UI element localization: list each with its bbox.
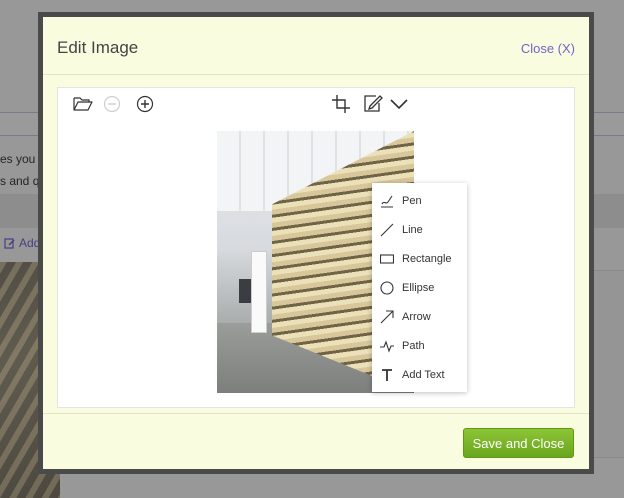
menu-item-pen[interactable]: Pen [372,186,467,215]
line-icon [380,223,394,237]
zoom-in-icon [136,95,154,113]
zoom-in-button[interactable] [135,94,155,114]
dialog-header: Edit Image Close (X) [43,17,589,75]
menu-item-label: Ellipse [402,281,435,294]
rectangle-icon [380,252,394,266]
arrow-icon [380,309,394,324]
photo-door [251,251,267,333]
pen-icon [380,194,394,208]
menu-item-label: Path [402,339,425,352]
dialog-footer: Save and Close [43,413,589,469]
image-editor: Pen Line Rectangle Ellipse Arrow Path Ad… [57,87,575,408]
crop-button[interactable] [330,93,352,115]
menu-item-line[interactable]: Line [372,215,467,244]
draw-dropdown-button[interactable] [389,95,409,113]
dialog-body: Edit Image Close (X) Pen Line Rectangle … [43,17,589,469]
menu-item-label: Line [402,223,423,236]
menu-item-label: Rectangle [402,252,452,265]
menu-item-label: Arrow [402,310,431,323]
save-and-close-button[interactable]: Save and Close [463,428,574,458]
menu-item-add-text[interactable]: Add Text [372,360,467,389]
crop-icon [332,95,350,113]
draw-icon [364,95,383,112]
zoom-out-icon [103,95,121,113]
zoom-out-button[interactable] [102,94,122,114]
draw-menu: Pen Line Rectangle Ellipse Arrow Path Ad… [372,183,467,392]
edit-image-dialog: Edit Image Close (X) Pen Line Rectangle … [38,12,594,474]
open-button[interactable] [72,94,94,114]
chevron-down-icon [390,99,408,110]
menu-item-label: Pen [402,194,422,207]
ellipse-icon [380,280,394,295]
text-icon [380,368,394,382]
dialog-title: Edit Image [57,38,139,57]
path-icon [380,339,394,353]
draw-button[interactable] [362,92,384,114]
menu-item-path[interactable]: Path [372,331,467,360]
close-link[interactable]: Close (X) [521,41,575,56]
menu-item-arrow[interactable]: Arrow [372,302,467,331]
menu-item-ellipse[interactable]: Ellipse [372,273,467,302]
folder-open-icon [73,97,93,111]
photo-object [239,279,251,303]
menu-item-rectangle[interactable]: Rectangle [372,244,467,273]
menu-item-label: Add Text [402,368,445,381]
